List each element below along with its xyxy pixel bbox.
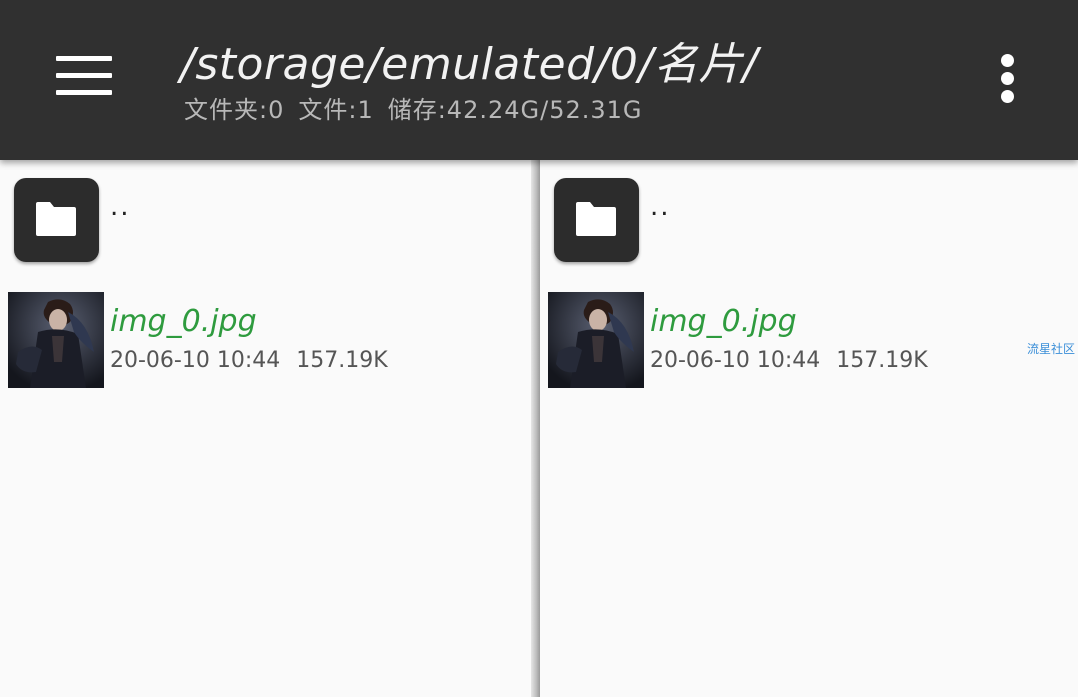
pane-divider[interactable]	[531, 160, 540, 697]
menu-icon[interactable]	[50, 50, 118, 104]
folder-icon	[14, 178, 99, 262]
menu-bar	[56, 56, 112, 61]
file-meta: 20-06-10 10:44 157.19K	[110, 348, 404, 373]
more-dot	[1001, 54, 1014, 67]
folder-count: 文件夹:0	[184, 96, 285, 124]
storage-usage: 储存:42.24G/52.31G	[387, 96, 643, 124]
image-thumbnail	[8, 292, 104, 388]
file-date: 20-06-10 10:44	[110, 348, 281, 373]
parent-directory-label: ..	[650, 192, 671, 222]
file-count: 文件:1	[298, 96, 374, 124]
more-dot	[1001, 72, 1014, 85]
file-date: 20-06-10 10:44	[650, 348, 821, 373]
parent-directory-label: ..	[110, 192, 131, 222]
folder-icon	[554, 178, 639, 262]
file-meta: 20-06-10 10:44 157.19K	[650, 348, 944, 373]
file-size: 157.19K	[836, 348, 928, 373]
app-toolbar: /storage/emulated/0/名片/ 文件夹:0 文件:1 储存:42.2…	[0, 0, 1078, 160]
menu-bar	[56, 90, 112, 95]
right-pane: .. img_0.jpg 20-06-10 10:44 157.19K	[540, 160, 1078, 697]
file-name: img_0.jpg	[650, 304, 797, 339]
more-vert-icon[interactable]	[988, 48, 1028, 108]
file-manager-app: /storage/emulated/0/名片/ 文件夹:0 文件:1 储存:42.2…	[0, 0, 1078, 697]
parent-directory-row[interactable]: ..	[14, 178, 314, 264]
current-path: /storage/emulated/0/名片/	[180, 39, 759, 90]
file-name: img_0.jpg	[110, 304, 257, 339]
menu-bar	[56, 73, 112, 78]
more-dot	[1001, 90, 1014, 103]
path-summary: 文件夹:0 文件:1 储存:42.24G/52.31G	[184, 90, 657, 125]
file-item[interactable]: img_0.jpg 20-06-10 10:44 157.19K	[8, 292, 508, 390]
parent-directory-row[interactable]: ..	[554, 178, 854, 264]
watermark-text: 流星社区	[1027, 342, 1076, 356]
file-item[interactable]: img_0.jpg 20-06-10 10:44 157.19K	[548, 292, 1048, 390]
file-size: 157.19K	[296, 348, 388, 373]
left-pane: .. img_0.jpg 20-06-10 10:44 157.19K	[0, 160, 536, 697]
image-thumbnail	[548, 292, 644, 388]
